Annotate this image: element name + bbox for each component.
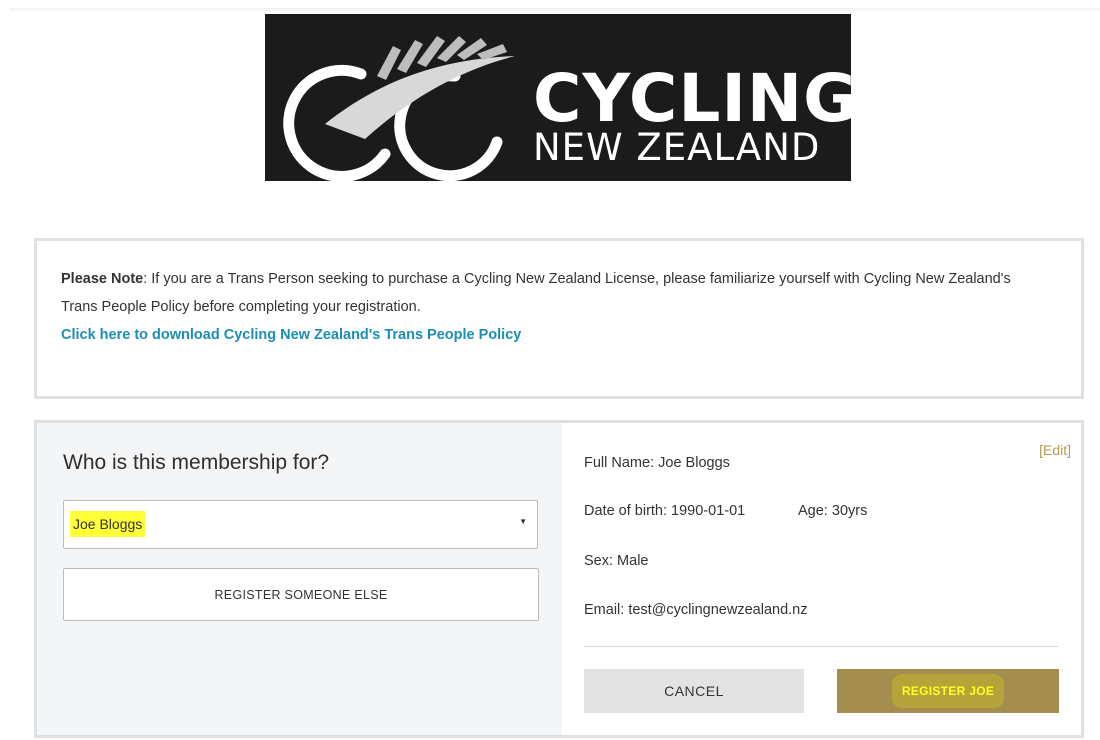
sex-label: Sex: [584,553,614,569]
sex-value: Male [617,553,649,569]
logo-subtitle: NEW ZEALAND [533,126,821,169]
notice-text: : If you are a Trans Person seeking to p… [61,271,1011,315]
notice-body: Please Note: If you are a Trans Person s… [61,265,1051,349]
divider [584,646,1058,647]
notice-label: Please Note [61,271,144,287]
sex-row: Sex: Male [584,553,648,569]
full-name-value: Joe Bloggs [658,455,730,471]
member-select-column: Who is this membership for? Joe Bloggs ▼… [37,423,562,735]
age-row: Age: 30yrs [798,503,867,519]
member-select-value: Joe Bloggs [70,511,146,537]
member-details-column: [Edit] Full Name: Joe Bloggs Date of bir… [562,423,1081,735]
register-someone-else-button[interactable]: REGISTER SOMEONE ELSE [63,568,539,621]
edit-link[interactable]: [Edit] [1039,442,1071,458]
top-fade [10,8,1100,12]
membership-title: Who is this membership for? [63,451,330,474]
register-joe-button[interactable]: REGISTER JOE [837,669,1059,713]
email-row: Email: test@cyclingnewzealand.nz [584,602,807,618]
age-label: Age: [798,503,828,519]
cycling-nz-logo: CYCLING NEW ZEALAND [265,14,851,181]
logo-title: CYCLING [533,60,851,137]
full-name-row: Full Name: Joe Bloggs [584,455,730,471]
email-label: Email: [584,602,625,618]
download-policy-link[interactable]: Click here to download Cycling New Zeala… [61,321,521,349]
dob-label: Date of birth: [584,503,668,519]
caret-down-icon: ▼ [519,517,527,526]
dob-value: 1990-01-01 [671,503,746,519]
cancel-button[interactable]: CANCEL [584,669,804,713]
dob-row: Date of birth: 1990-01-01 [584,503,745,519]
membership-panel: Who is this membership for? Joe Bloggs ▼… [34,420,1084,738]
full-name-label: Full Name: [584,455,655,471]
register-joe-label: REGISTER JOE [891,674,1005,708]
page: CYCLING NEW ZEALAND Please Note: If you … [0,0,1100,740]
email-value: test@cyclingnewzealand.nz [628,602,808,618]
age-value: 30yrs [831,503,868,519]
trans-policy-notice: Please Note: If you are a Trans Person s… [34,238,1084,399]
member-select[interactable]: Joe Bloggs ▼ [63,500,538,549]
